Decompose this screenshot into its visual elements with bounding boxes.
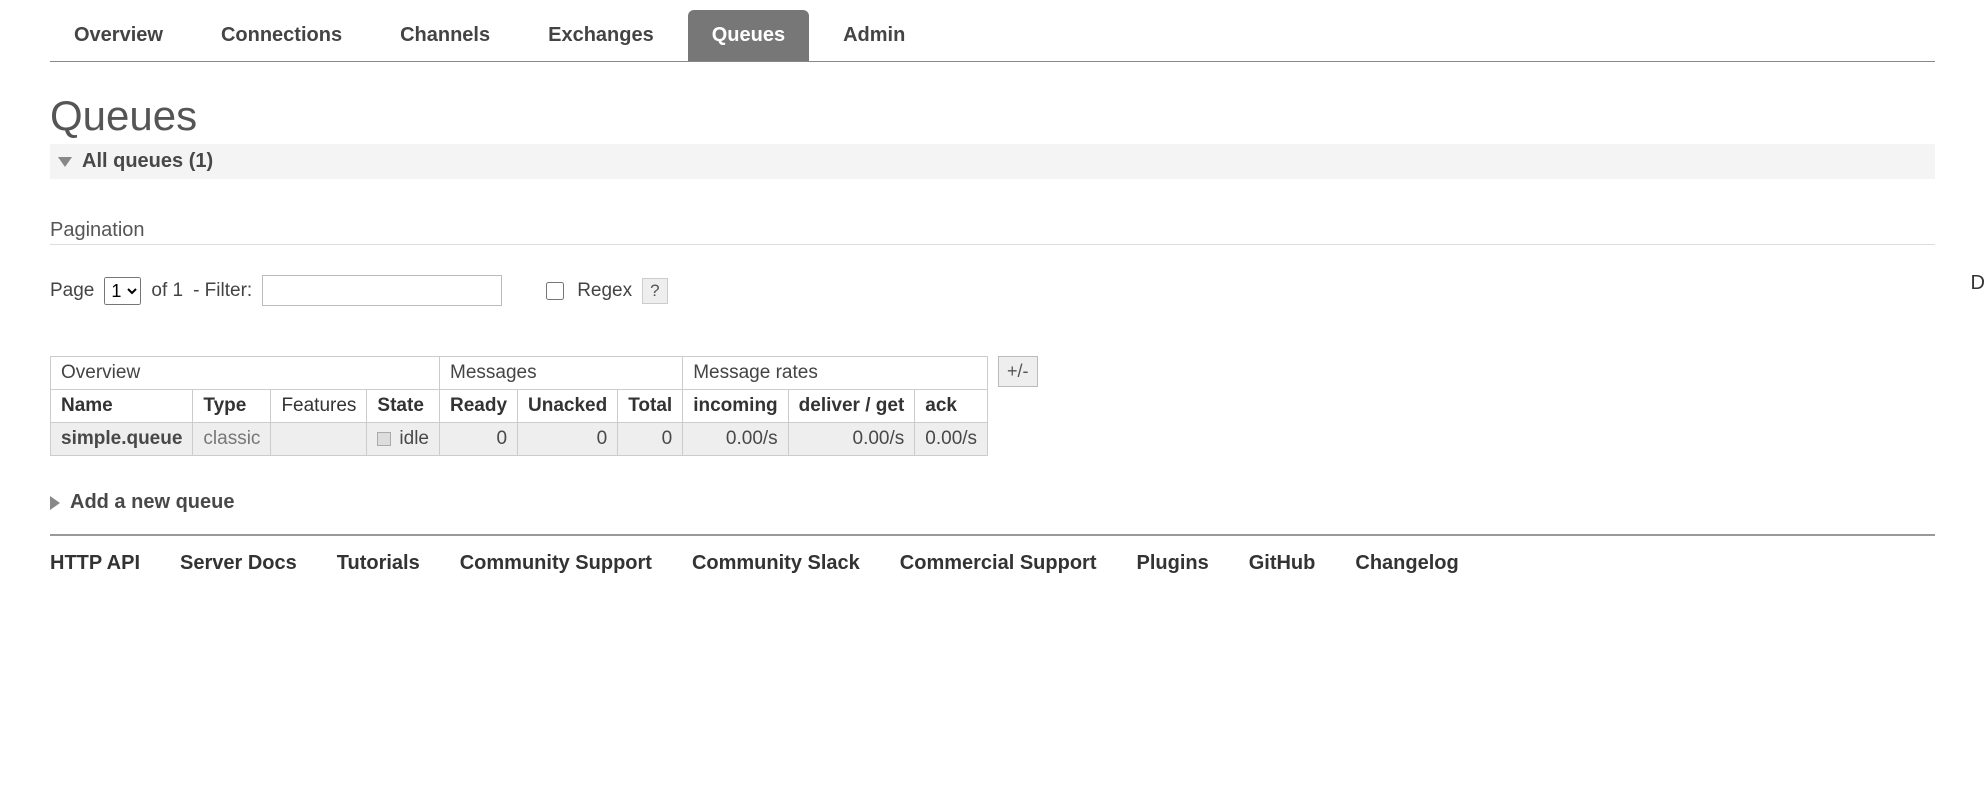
filter-label: - Filter: xyxy=(193,280,252,302)
chevron-right-icon xyxy=(50,496,60,510)
col-features[interactable]: Features xyxy=(271,390,367,423)
queues-table: Overview Messages Message rates Name Typ… xyxy=(50,356,988,456)
col-name[interactable]: Name xyxy=(51,390,193,423)
tab-channels[interactable]: Channels xyxy=(376,10,514,61)
tab-connections[interactable]: Connections xyxy=(197,10,366,61)
queue-incoming: 0.00/s xyxy=(683,423,788,456)
pager-row: Page 1 of 1 - Filter: Regex ? xyxy=(50,275,1935,306)
page-of-label: of 1 xyxy=(151,280,183,302)
queue-total: 0 xyxy=(618,423,683,456)
footer-tutorials[interactable]: Tutorials xyxy=(337,552,420,575)
col-ack[interactable]: ack xyxy=(915,390,988,423)
footer-changelog[interactable]: Changelog xyxy=(1355,552,1458,575)
columns-toggle-button[interactable]: +/- xyxy=(998,356,1038,387)
page-label: Page xyxy=(50,280,94,302)
all-queues-section[interactable]: All queues (1) xyxy=(50,144,1935,179)
tab-queues[interactable]: Queues xyxy=(688,10,809,61)
queue-unacked: 0 xyxy=(518,423,618,456)
col-incoming[interactable]: incoming xyxy=(683,390,788,423)
filter-input[interactable] xyxy=(262,275,502,306)
right-cut-text: D xyxy=(1971,272,1985,295)
page-select[interactable]: 1 xyxy=(104,277,141,305)
footer-http-api[interactable]: HTTP API xyxy=(50,552,140,575)
add-queue-label: Add a new queue xyxy=(70,491,234,514)
group-overview: Overview xyxy=(51,357,440,390)
queue-type: classic xyxy=(193,423,271,456)
footer-github[interactable]: GitHub xyxy=(1249,552,1316,575)
main-tabs: Overview Connections Channels Exchanges … xyxy=(50,10,1935,62)
queue-features xyxy=(271,423,367,456)
col-total[interactable]: Total xyxy=(618,390,683,423)
table-row: simple.queue classic idle 0 0 0 0.00/s 0… xyxy=(51,423,988,456)
page-title: Queues xyxy=(50,92,1935,140)
regex-checkbox[interactable] xyxy=(546,282,564,300)
chevron-down-icon xyxy=(58,157,72,167)
tab-overview[interactable]: Overview xyxy=(50,10,187,61)
tab-exchanges[interactable]: Exchanges xyxy=(524,10,678,61)
queue-ack: 0.00/s xyxy=(915,423,988,456)
col-deliver-get[interactable]: deliver / get xyxy=(788,390,915,423)
footer-community-support[interactable]: Community Support xyxy=(460,552,652,575)
tab-admin[interactable]: Admin xyxy=(819,10,929,61)
queue-ready: 0 xyxy=(440,423,518,456)
footer-plugins[interactable]: Plugins xyxy=(1136,552,1208,575)
regex-help-button[interactable]: ? xyxy=(642,278,667,304)
footer-server-docs[interactable]: Server Docs xyxy=(180,552,297,575)
footer-commercial-support[interactable]: Commercial Support xyxy=(900,552,1097,575)
queue-state: idle xyxy=(367,423,440,456)
col-ready[interactable]: Ready xyxy=(440,390,518,423)
queue-name-link[interactable]: simple.queue xyxy=(51,423,193,456)
all-queues-label: All queues (1) xyxy=(82,150,213,173)
queue-deliver-get: 0.00/s xyxy=(788,423,915,456)
regex-label: Regex xyxy=(577,280,632,302)
group-messages: Messages xyxy=(440,357,683,390)
col-unacked[interactable]: Unacked xyxy=(518,390,618,423)
footer-links: HTTP API Server Docs Tutorials Community… xyxy=(50,534,1935,575)
add-queue-section[interactable]: Add a new queue xyxy=(50,491,1935,514)
pagination-heading: Pagination xyxy=(50,219,1935,245)
state-indicator-icon xyxy=(377,432,391,446)
col-type[interactable]: Type xyxy=(193,390,271,423)
group-rates: Message rates xyxy=(683,357,988,390)
footer-community-slack[interactable]: Community Slack xyxy=(692,552,860,575)
col-state[interactable]: State xyxy=(367,390,440,423)
